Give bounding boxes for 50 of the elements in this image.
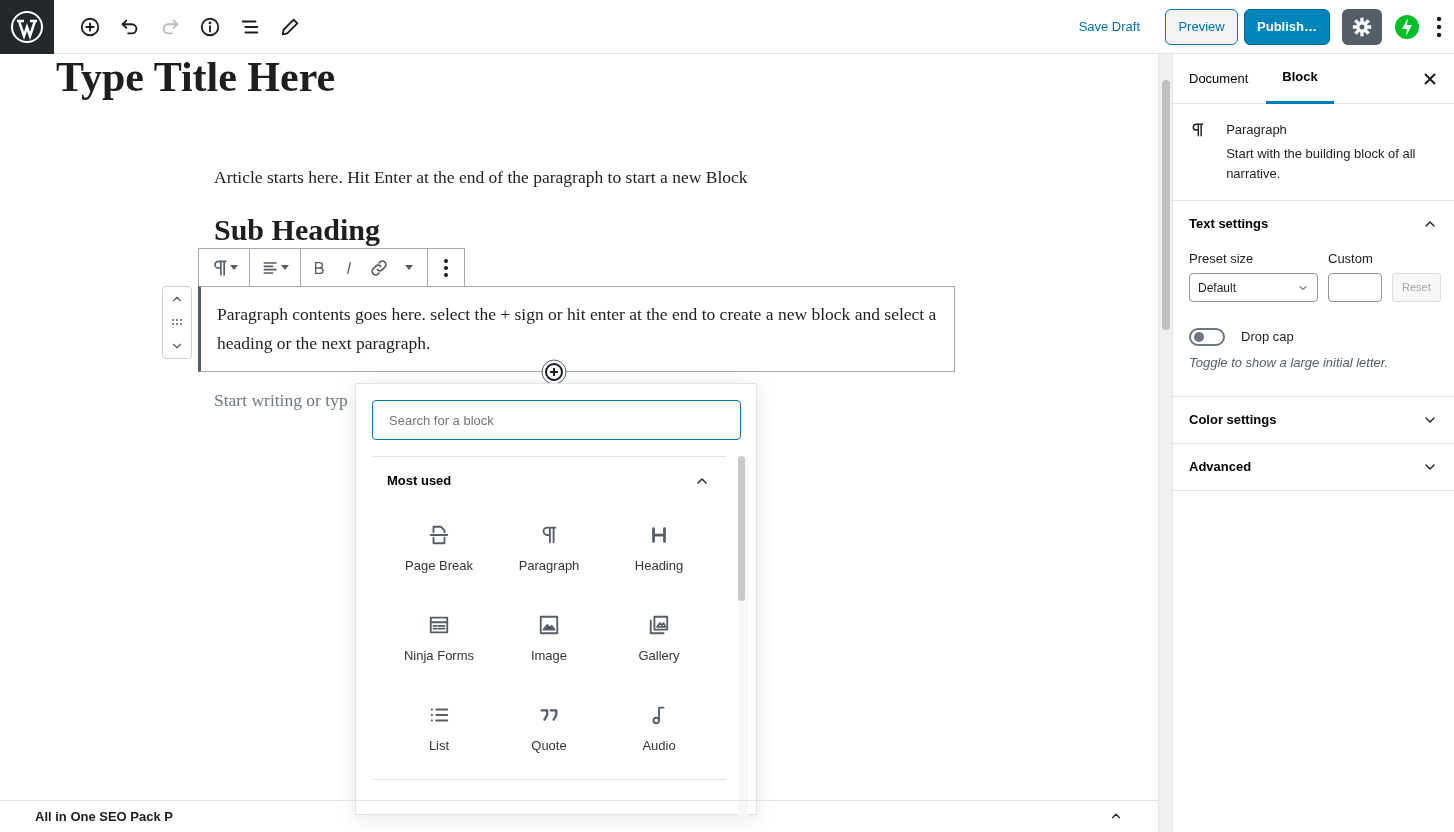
block-type-item[interactable]: Page Break: [384, 504, 494, 595]
meta-box-title[interactable]: All in One SEO Pack P: [35, 809, 173, 824]
preset-size-select[interactable]: Default: [1189, 273, 1318, 302]
image-icon: [538, 613, 560, 636]
block-type-item[interactable]: Heading: [604, 504, 714, 595]
block-type-item[interactable]: Gallery: [604, 594, 714, 685]
page-break-icon: [428, 523, 450, 546]
help-text: Toggle to show a large initial letter.: [1189, 353, 1390, 372]
block-type-item[interactable]: Image: [494, 594, 604, 685]
sub-heading[interactable]: Sub Heading: [198, 214, 955, 246]
caret-icon: [230, 264, 238, 271]
sidebar-tab[interactable]: Document: [1189, 53, 1265, 104]
color-settings-header[interactable]: Color settings: [1173, 397, 1454, 443]
preview-button[interactable]: Preview: [1165, 8, 1239, 45]
vertical-dots-icon: [443, 257, 449, 278]
field-label: Custom: [1328, 249, 1374, 268]
paragraph-text[interactable]: Paragraph contents goes here. select the + sign or hit enter at the end to create a new block and select a heading or the next paragraph.: [201, 300, 954, 358]
scrollbar[interactable]: [1158, 54, 1172, 832]
block-type-item[interactable]: Quote: [494, 684, 604, 775]
block-name: Paragraph: [1226, 121, 1288, 139]
scrollbar[interactable]: [738, 456, 748, 816]
drop-cap-toggle[interactable]: [1189, 327, 1225, 346]
caret-icon: [405, 264, 413, 271]
most-used-section-toggle[interactable]: Most used: [372, 457, 726, 505]
custom-size-field[interactable]: [1328, 273, 1382, 302]
settings-icon: [1352, 16, 1372, 37]
add-block-button[interactable]: [541, 359, 567, 385]
block-type-item[interactable]: Ninja Forms: [384, 594, 494, 685]
gallery-icon: [648, 613, 670, 636]
advanced-panel-header[interactable]: Advanced: [1173, 444, 1454, 490]
text-settings-header[interactable]: Text settings: [1173, 200, 1454, 247]
block-type-item[interactable]: Audio: [604, 684, 714, 775]
caret-icon: [281, 264, 289, 271]
save-draft-link[interactable]: Save Draft: [1065, 9, 1154, 44]
block-type-item[interactable]: List: [384, 684, 494, 775]
sidebar-tab[interactable]: Block: [1266, 53, 1334, 104]
drag-dots-icon: [171, 318, 183, 327]
settings-button[interactable]: [1342, 8, 1382, 45]
plus-circle-icon: [79, 15, 101, 38]
field-label: Preset size: [1189, 249, 1255, 268]
block-description: Start with the building block of all narrative.: [1226, 144, 1417, 183]
paragraph-text[interactable]: Article starts here. Hit Enter at the end of the paragraph to start a new Block: [198, 163, 955, 192]
info-icon: [199, 15, 221, 38]
block-search-field[interactable]: Search for a block: [372, 400, 741, 440]
block-type-item[interactable]: Paragraph: [494, 504, 604, 595]
drop-cap-label: Drop cap: [1241, 328, 1294, 346]
post-title[interactable]: Type Title Here: [0, 54, 1158, 100]
publish-button[interactable]: Publish…: [1244, 8, 1330, 45]
wordpress-logo[interactable]: [0, 0, 54, 54]
link-icon: [369, 257, 389, 278]
